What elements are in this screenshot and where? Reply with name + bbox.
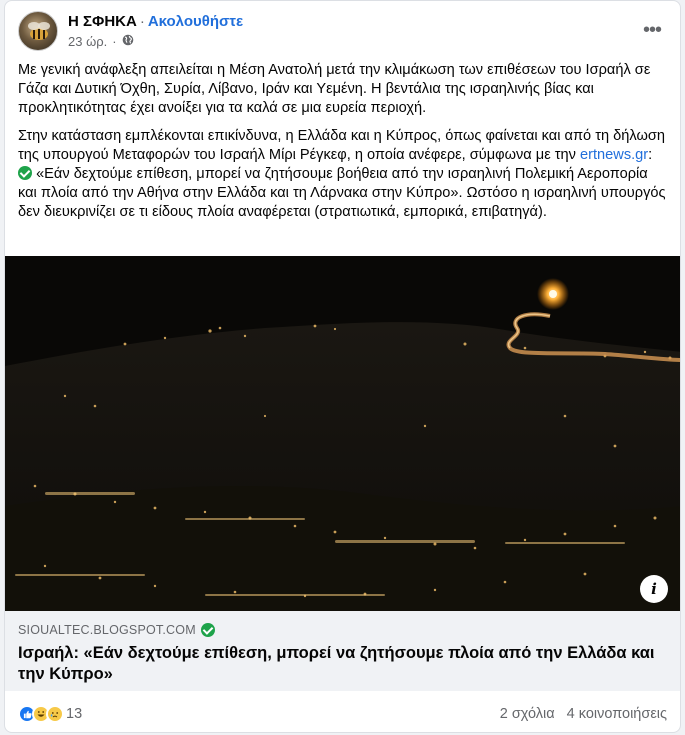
page-avatar[interactable]	[18, 11, 58, 51]
reaction-count: 13	[66, 706, 83, 722]
post-card: Η ΣΦΗΚΑ · Ακολουθήστε 23 ώρ. · ••• Με γενι…	[4, 0, 681, 733]
verified-check-icon	[18, 166, 32, 180]
page-name-link[interactable]: Η ΣΦΗΚΑ	[68, 13, 137, 30]
info-icon[interactable]: i	[640, 575, 668, 603]
shares-count[interactable]: 4 κοινοποιήσεις	[567, 706, 667, 722]
post-timestamp[interactable]: 23 ώρ.	[68, 34, 107, 49]
link-preview[interactable]: SIOUALTEC.BLOGSPOT.COM Ισραήλ: «Εάν δεχτ…	[5, 611, 680, 691]
paragraph-2-colon: :	[648, 147, 653, 163]
paragraph-2-start: Στην κατάσταση εμπλέκονται επικίνδυνα, η…	[18, 128, 665, 163]
link-preview-domain: SIOUALTEC.BLOGSPOT.COM	[18, 623, 196, 637]
link-preview-title[interactable]: Ισραήλ: «Εάν δεχτούμε επίθεση, μπορεί να…	[18, 643, 669, 685]
engagement-counts: 2 σχόλια 4 κοινοποιήσεις	[500, 706, 667, 722]
reaction-summary[interactable]: 13	[18, 705, 82, 723]
post-header: Η ΣΦΗΚΑ · Ακολουθήστε 23 ώρ. · •••	[18, 11, 667, 55]
post-paragraph-2: Στην κατάσταση εμπλέκονται επικίνδυνα, η…	[18, 127, 667, 222]
follow-button[interactable]: Ακολουθήστε	[148, 13, 243, 30]
post-paragraph-1: Με γενική ανάφλεξη απειλείται η Μέση Ανα…	[18, 62, 651, 116]
header-separator: ·	[139, 13, 145, 30]
meta-separator: ·	[112, 34, 117, 49]
comments-count[interactable]: 2 σχόλια	[500, 706, 555, 722]
post-meta: 23 ώρ. ·	[68, 34, 134, 49]
paragraph-2-end: «Εάν δεχτούμε επίθεση, μπορεί να ζητήσου…	[18, 166, 666, 220]
link-preview-domain-row: SIOUALTEC.BLOGSPOT.COM	[18, 623, 669, 637]
post-footer: 13 2 σχόλια 4 κοινοποιήσεις	[18, 699, 667, 729]
domain-verified-icon	[200, 623, 215, 637]
post-photo[interactable]: i	[5, 256, 680, 611]
sad-reaction-icon	[46, 705, 64, 723]
reaction-icons	[18, 705, 64, 723]
night-scene-illustration	[5, 256, 680, 611]
post-body: Με γενική ανάφλεξη απειλείται η Μέση Ανα…	[18, 61, 667, 231]
page-title: Η ΣΦΗΚΑ · Ακολουθήστε	[68, 13, 243, 30]
globe-icon	[122, 34, 134, 49]
ertnews-link[interactable]: ertnews.gr	[580, 147, 648, 163]
more-options-icon[interactable]: •••	[637, 15, 667, 45]
